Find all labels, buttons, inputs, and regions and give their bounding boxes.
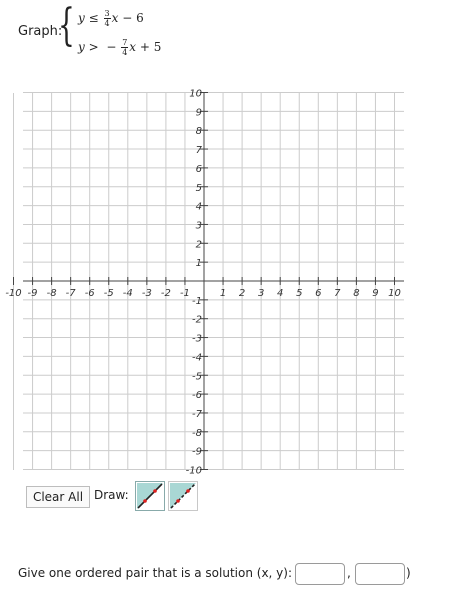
- x-tick-label: 3: [258, 288, 264, 299]
- dashed-line-tool[interactable]: [168, 481, 198, 511]
- answer-y-input[interactable]: [355, 563, 405, 585]
- x-tick-label: -7: [66, 288, 77, 299]
- y-tick-label: -4: [192, 352, 202, 363]
- x-tick-label: 6: [315, 288, 321, 299]
- x-tick-label: -9: [28, 288, 38, 299]
- x-tick-label: -2: [161, 288, 171, 299]
- y-tick-label: 4: [196, 202, 202, 213]
- y-tick-label: -1: [192, 296, 202, 307]
- y-tick-label: 10: [189, 89, 202, 100]
- x-tick-label: 8: [353, 288, 359, 299]
- y-tick-label: 9: [196, 107, 202, 118]
- x-tick-label: 1: [220, 288, 226, 299]
- x-tick-label: 2: [239, 288, 245, 299]
- x-tick-label: -6: [85, 288, 95, 299]
- x-tick-label: -8: [47, 288, 57, 299]
- solid-line-tool[interactable]: [135, 481, 165, 511]
- y-tick-label: 8: [196, 126, 202, 137]
- y-tick-label: 2: [196, 239, 202, 250]
- answer-close-paren: ): [406, 566, 411, 580]
- x-tick-label: -4: [123, 288, 133, 299]
- x-tick-label: 10: [388, 288, 401, 299]
- y-tick-label: -9: [192, 447, 202, 458]
- x-tick-label: 7: [334, 288, 341, 299]
- y-tick-label: -3: [192, 334, 202, 345]
- y-tick-label: -6: [192, 390, 202, 401]
- answer-prompt: Give one ordered pair that is a solution…: [18, 566, 301, 580]
- x-tick-label: -5: [104, 288, 114, 299]
- solid-line-icon: [137, 483, 163, 509]
- y-tick-label: 7: [196, 145, 203, 156]
- y-tick-label: 5: [196, 183, 202, 194]
- y-tick-label: 3: [196, 220, 202, 231]
- y-tick-label: -5: [192, 371, 202, 382]
- draw-label: Draw:: [94, 488, 129, 502]
- x-tick-label: 5: [296, 288, 302, 299]
- x-tick-label: -3: [142, 288, 152, 299]
- y-tick-label: -10: [186, 466, 202, 477]
- x-tick-label: -10: [5, 288, 21, 299]
- y-tick-label: -7: [192, 409, 203, 420]
- y-tick-label: -8: [192, 428, 202, 439]
- x-tick-label: 9: [372, 288, 378, 299]
- y-tick-label: -2: [192, 315, 202, 326]
- answer-comma: ,: [347, 566, 351, 580]
- x-tick-label: 4: [277, 288, 283, 299]
- x-tick-label: -1: [180, 288, 190, 299]
- answer-x-input[interactable]: [295, 563, 345, 585]
- dashed-line-icon: [170, 483, 196, 509]
- clear-all-button[interactable]: Clear All: [26, 486, 90, 508]
- y-tick-label: 1: [196, 258, 202, 269]
- y-tick-label: 6: [196, 164, 202, 175]
